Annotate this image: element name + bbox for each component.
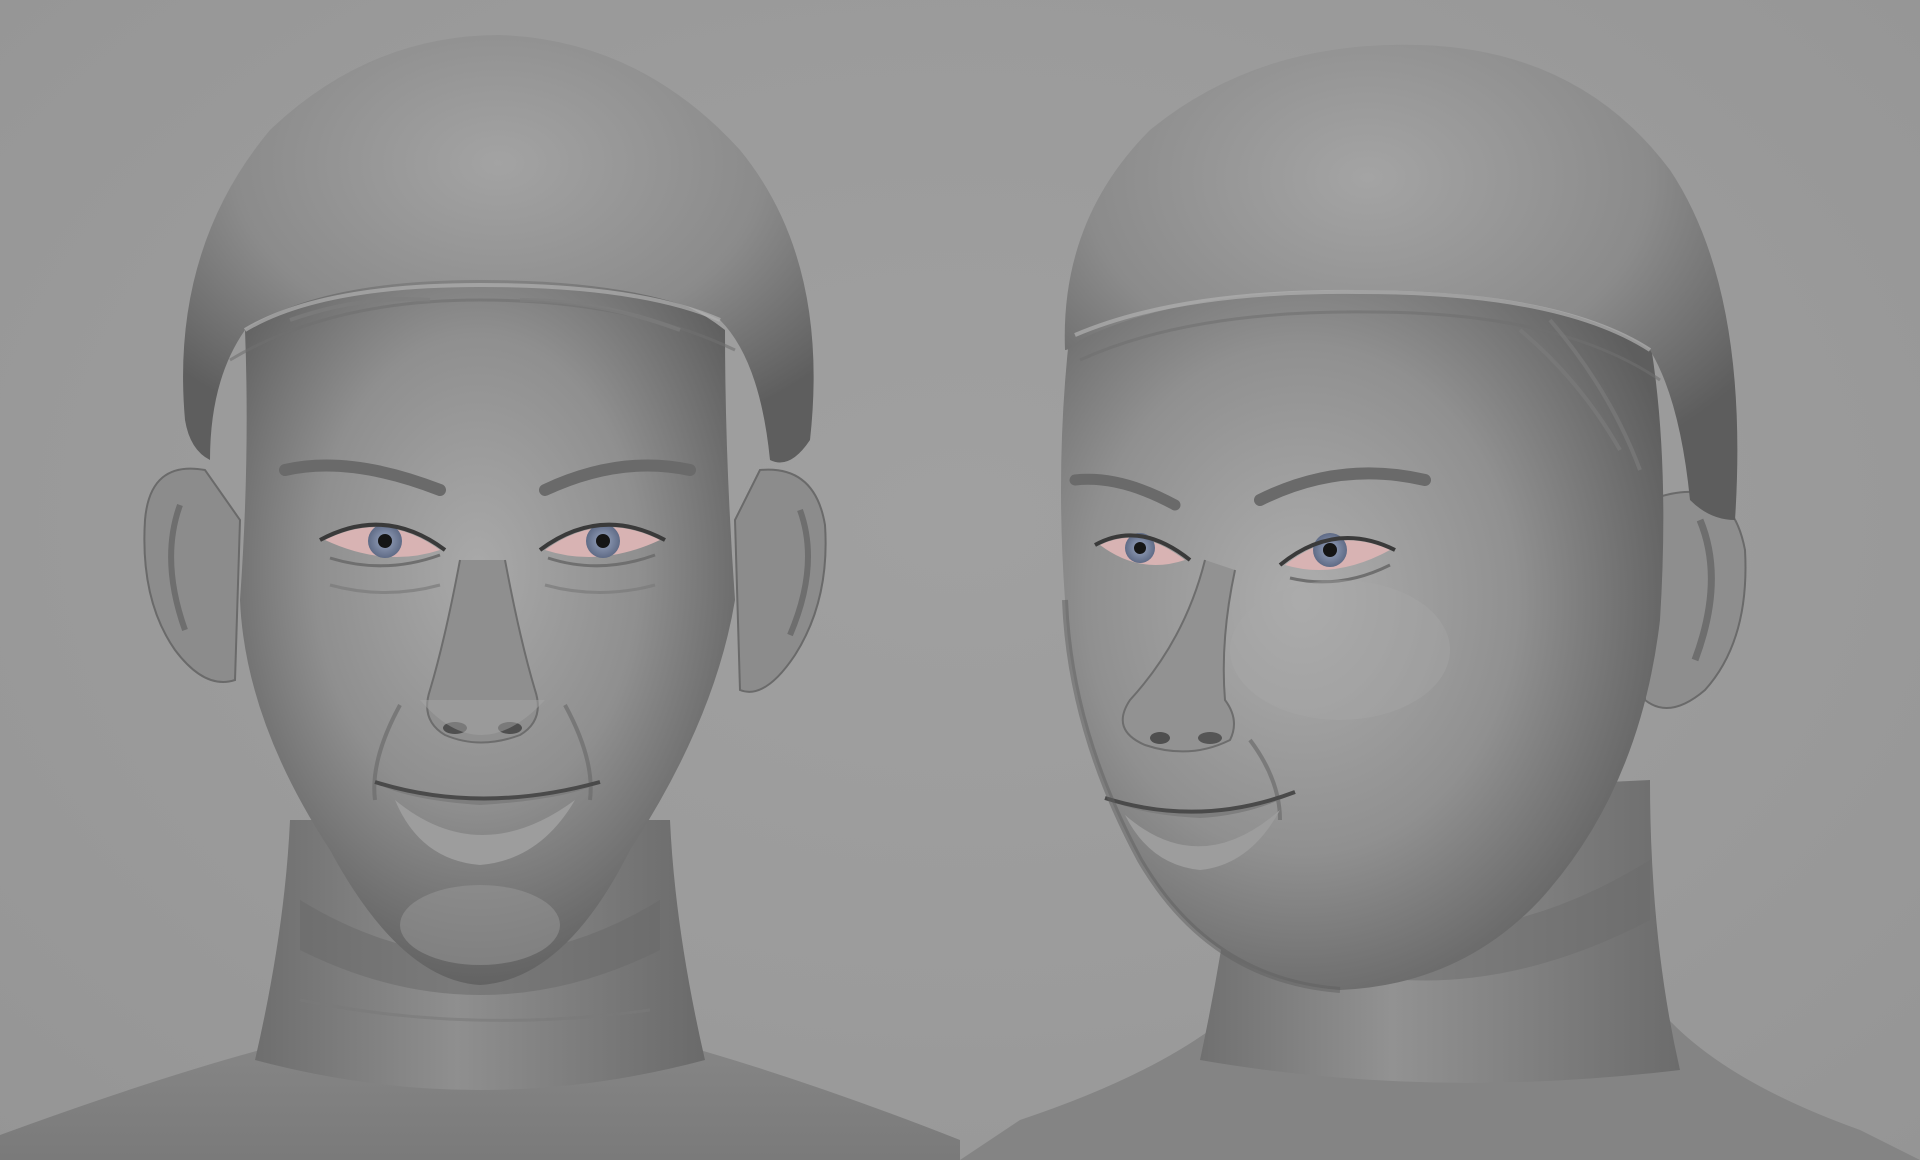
front-view-render <box>0 0 960 1160</box>
front-right-ear <box>733 468 827 693</box>
three-quarter-head-sculpt <box>960 44 1920 1160</box>
viewport-canvas <box>0 0 1920 1160</box>
three-quarter-view-render <box>960 0 1920 1160</box>
front-left-ear <box>143 467 242 683</box>
front-head-sculpt <box>0 35 960 1160</box>
